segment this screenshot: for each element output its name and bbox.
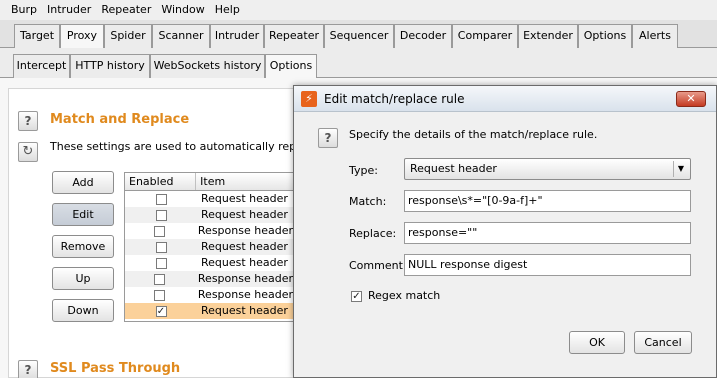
help-icon[interactable]: ? bbox=[18, 111, 38, 131]
column-enabled[interactable]: Enabled bbox=[125, 173, 197, 190]
subtab-options[interactable]: Options bbox=[265, 54, 317, 79]
edit-button[interactable]: Edit bbox=[52, 203, 114, 226]
replace-label: Replace: bbox=[349, 227, 397, 240]
cancel-button[interactable]: Cancel bbox=[634, 331, 692, 354]
add-button[interactable]: Add bbox=[52, 171, 114, 194]
main-tab-bar: Target Proxy Spider Scanner Intruder Rep… bbox=[0, 20, 717, 49]
item-cell: Request header bbox=[201, 208, 288, 221]
item-cell: Response header bbox=[197, 272, 293, 285]
enabled-cell bbox=[125, 287, 194, 303]
menu-bar: Burp Intruder Repeater Window Help bbox=[0, 0, 717, 20]
chevron-down-icon: ▼ bbox=[673, 161, 688, 177]
comment-label: Comment: bbox=[349, 259, 407, 272]
ok-button[interactable]: OK bbox=[569, 331, 625, 354]
tab-spider[interactable]: Spider bbox=[104, 24, 152, 48]
table-row[interactable]: Request header bbox=[125, 239, 293, 255]
enabled-cell: ✓ bbox=[125, 303, 197, 319]
item-cell: Request header bbox=[201, 240, 288, 253]
menu-help[interactable]: Help bbox=[210, 0, 245, 20]
table-row[interactable]: Response header bbox=[125, 287, 293, 303]
up-button[interactable]: Up bbox=[52, 267, 114, 290]
table-header: Enabled Item bbox=[125, 173, 293, 191]
enabled-cell bbox=[125, 271, 194, 287]
menu-window[interactable]: Window bbox=[156, 0, 209, 20]
tab-comparer[interactable]: Comparer bbox=[452, 24, 518, 48]
column-item[interactable]: Item bbox=[196, 173, 293, 190]
subtab-http-history[interactable]: HTTP history bbox=[70, 54, 150, 78]
remove-button[interactable]: Remove bbox=[52, 235, 114, 258]
type-select-value: Request header bbox=[410, 162, 497, 175]
item-cell: Response header bbox=[197, 288, 293, 301]
rules-table: Enabled Item Request header Request heade… bbox=[124, 172, 294, 322]
type-label: Type: bbox=[349, 164, 378, 177]
table-row[interactable]: Response header bbox=[125, 223, 293, 239]
replace-field[interactable]: response="" bbox=[404, 222, 691, 244]
tab-alerts[interactable]: Alerts bbox=[632, 24, 678, 48]
match-field[interactable]: response\s*="[0-9a-f]+" bbox=[404, 190, 691, 212]
dialog-help-icon[interactable]: ? bbox=[318, 128, 338, 148]
tab-extender[interactable]: Extender bbox=[518, 24, 578, 48]
table-row[interactable]: Request header bbox=[125, 255, 293, 271]
menu-repeater[interactable]: Repeater bbox=[96, 0, 156, 20]
enabled-checkbox[interactable] bbox=[153, 289, 165, 301]
enabled-cell bbox=[125, 191, 197, 207]
enabled-cell bbox=[125, 255, 197, 271]
item-cell: Response header bbox=[197, 224, 293, 237]
enabled-cell bbox=[125, 239, 197, 255]
item-cell: Request header bbox=[201, 304, 288, 317]
tab-proxy[interactable]: Proxy bbox=[60, 24, 104, 49]
subtab-websockets-history[interactable]: WebSockets history bbox=[150, 54, 265, 78]
regex-checkbox[interactable]: ✓ bbox=[351, 291, 362, 302]
dialog-titlebar[interactable]: ⚡ Edit match/replace rule ✕ bbox=[294, 86, 716, 112]
regex-label: Regex match bbox=[368, 289, 441, 302]
match-replace-title: Match and Replace bbox=[50, 112, 190, 127]
table-row[interactable]: Response header bbox=[125, 271, 293, 287]
enabled-checkbox[interactable] bbox=[155, 209, 167, 221]
item-cell: Request header bbox=[201, 256, 288, 269]
close-button[interactable]: ✕ bbox=[676, 91, 706, 107]
tab-options[interactable]: Options bbox=[578, 24, 632, 48]
enabled-checkbox[interactable] bbox=[155, 193, 167, 205]
enabled-checkbox[interactable] bbox=[153, 225, 165, 237]
enabled-cell bbox=[125, 207, 197, 223]
match-replace-description: These settings are used to automatically… bbox=[50, 140, 330, 153]
tab-decoder[interactable]: Decoder bbox=[394, 24, 452, 48]
burp-logo-icon: ⚡ bbox=[301, 91, 317, 107]
ssl-pass-through-title: SSL Pass Through bbox=[50, 361, 181, 376]
tab-intruder[interactable]: Intruder bbox=[210, 24, 264, 48]
subtab-intercept[interactable]: Intercept bbox=[13, 54, 70, 78]
table-row[interactable]: Request header bbox=[125, 207, 293, 223]
match-label: Match: bbox=[349, 195, 387, 208]
menu-burp[interactable]: Burp bbox=[6, 0, 42, 20]
enabled-checkbox[interactable] bbox=[155, 241, 167, 253]
enabled-checkbox[interactable] bbox=[153, 273, 165, 285]
table-body: Request header Request header Response hea… bbox=[125, 191, 293, 319]
enabled-checkbox[interactable]: ✓ bbox=[155, 305, 167, 317]
comment-field[interactable]: NULL response digest bbox=[404, 254, 691, 276]
edit-rule-dialog: ⚡ Edit match/replace rule ✕ ? Specify th… bbox=[293, 85, 717, 378]
ssl-help-icon[interactable]: ? bbox=[18, 360, 38, 378]
enabled-checkbox[interactable] bbox=[155, 257, 167, 269]
menu-intruder[interactable]: Intruder bbox=[42, 0, 96, 20]
item-cell: Request header bbox=[201, 192, 288, 205]
tab-scanner[interactable]: Scanner bbox=[152, 24, 210, 48]
tab-target[interactable]: Target bbox=[14, 24, 60, 48]
dialog-instruction: Specify the details of the match/replace… bbox=[349, 128, 598, 141]
dialog-title: Edit match/replace rule bbox=[324, 92, 465, 106]
type-select[interactable]: Request header ▼ bbox=[404, 158, 691, 180]
down-button[interactable]: Down bbox=[52, 299, 114, 322]
restore-defaults-icon[interactable]: ↻ bbox=[18, 142, 38, 162]
sub-tab-bar: Intercept HTTP history WebSockets histor… bbox=[0, 48, 717, 79]
table-row[interactable]: Request header bbox=[125, 191, 293, 207]
table-row[interactable]: ✓ Request header bbox=[125, 303, 293, 319]
enabled-cell bbox=[125, 223, 194, 239]
tab-sequencer[interactable]: Sequencer bbox=[324, 24, 394, 48]
tab-repeater[interactable]: Repeater bbox=[264, 24, 324, 48]
